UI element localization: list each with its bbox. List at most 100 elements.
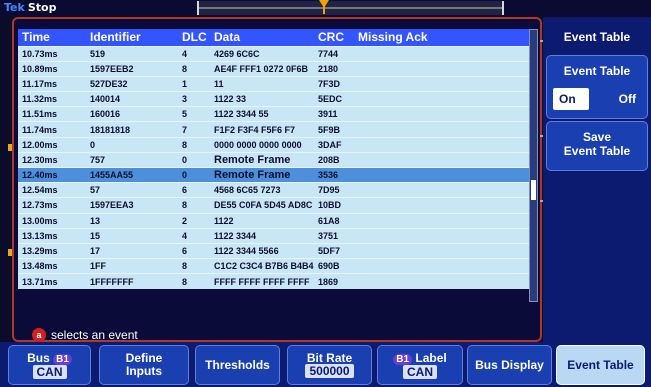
col-dlc-cell: 7 <box>178 121 210 138</box>
hint-text: selects an event <box>51 328 138 342</box>
bus-display-button[interactable]: Bus Display <box>467 345 552 385</box>
col-data-cell: 0000 0000 0000 0000 <box>210 136 314 153</box>
table-row[interactable]: 12.73ms 1597EEA3 8 DE55 C0FA 5D45 AD8C 10BD <box>18 197 529 214</box>
col-identifier-cell: 527DE32 <box>86 75 178 92</box>
col-dlc-cell: 0 <box>178 151 210 168</box>
col-data-cell: 1122 3344 55 <box>210 106 314 122</box>
hint-row: a selects an event <box>32 327 138 343</box>
col-missing-ack-header: Missing Ack <box>354 29 529 46</box>
table-row[interactable]: 10.73ms 519 4 4269 6C6C 7744 <box>18 45 529 62</box>
col-time-cell: 12.00ms <box>18 136 86 153</box>
col-time-cell: 12.73ms <box>18 197 86 214</box>
thresholds-button[interactable]: Thresholds <box>195 345 280 385</box>
table-row[interactable]: 13.00ms 13 2 1122 61A8 <box>18 212 529 229</box>
scroll-thumb[interactable] <box>531 180 536 200</box>
col-dlc-cell: 4 <box>178 45 210 62</box>
table-row[interactable]: 12.54ms 57 6 4568 6C65 7273 7D95 <box>18 182 529 198</box>
label-button[interactable]: B1 Label CAN <box>377 345 463 385</box>
col-time-cell: 13.00ms <box>18 212 86 229</box>
table-row[interactable]: 11.74ms 18181818 7 F1F2 F3F4 F5F6 F7 5F9B <box>18 121 529 138</box>
label-label: Label <box>415 350 447 365</box>
bus-label: Bus <box>27 350 50 365</box>
table-row[interactable]: 11.51ms 160016 5 1122 3344 55 3911 <box>18 106 529 122</box>
col-identifier-cell: 140014 <box>86 91 178 107</box>
col-missing-ack-cell <box>354 212 529 229</box>
col-time-cell: 12.54ms <box>18 182 86 198</box>
col-dlc-cell: 8 <box>178 136 210 153</box>
col-identifier-cell: 1597EEB2 <box>86 60 178 77</box>
col-time-cell: 11.17ms <box>18 75 86 92</box>
table-row[interactable]: 11.17ms 527DE32 1 11 7F3D <box>18 75 529 92</box>
event-table: Time Identifier DLC Data CRC Missing Ack 10.7… <box>18 29 529 289</box>
toggle-on-option[interactable]: On <box>553 88 589 110</box>
col-missing-ack-cell <box>354 60 529 77</box>
col-missing-ack-cell <box>354 106 529 122</box>
col-data-cell: 4568 6C65 7273 <box>210 182 314 198</box>
table-row[interactable]: 13.13ms 15 4 1122 3344 3751 <box>18 227 529 244</box>
thresholds-label: Thresholds <box>205 357 270 372</box>
status-bar: Tek Stop <box>0 0 651 16</box>
event-table-toggle-button[interactable]: Event Table On Off <box>546 55 648 119</box>
col-identifier-cell: 519 <box>86 45 178 62</box>
col-identifier-header: Identifier <box>86 29 178 46</box>
col-time-cell: 10.73ms <box>18 45 86 62</box>
save-event-table-button[interactable]: Save Event Table <box>546 121 648 171</box>
col-time-cell: 11.51ms <box>18 106 86 122</box>
col-dlc-cell: 8 <box>178 273 210 289</box>
col-crc-cell: 3DAF <box>314 136 354 153</box>
table-row[interactable]: 13.48ms 1FF 8 C1C2 C3C4 B7B6 B4B4 690B <box>18 258 529 274</box>
toggle-off-option[interactable]: Off <box>606 88 642 110</box>
col-time-header: Time <box>18 29 86 46</box>
table-row[interactable]: 12.30ms 757 0 Remote Frame 208B <box>18 151 529 168</box>
table-row[interactable]: 12.40ms 1455AA55 0 Remote Frame 3536 <box>18 166 529 183</box>
col-time-cell: 13.29ms <box>18 242 86 259</box>
col-crc-header: CRC <box>314 29 354 46</box>
col-dlc-cell: 8 <box>178 197 210 214</box>
table-row[interactable]: 10.89ms 1597EEB2 8 AE4F FFF1 0272 0F6B 2180 <box>18 60 529 77</box>
event-table-button[interactable]: Event Table <box>556 345 645 385</box>
col-identifier-cell: 1FF <box>86 258 178 274</box>
col-dlc-cell: 2 <box>178 212 210 229</box>
col-crc-cell: 208B <box>314 151 354 168</box>
event-table-panel: Time Identifier DLC Data CRC Missing Ack 10.7… <box>12 17 542 342</box>
define-line2: Inputs <box>126 364 162 378</box>
col-data-cell: 4269 6C6C <box>210 45 314 62</box>
col-data-cell: 1122 33 <box>210 91 314 107</box>
col-data-cell: Remote Frame <box>210 151 314 168</box>
bus-button[interactable]: Bus B1 CAN <box>8 345 91 385</box>
col-dlc-cell: 4 <box>178 227 210 244</box>
col-dlc-cell: 3 <box>178 91 210 107</box>
table-row[interactable]: 13.29ms 17 6 1122 3344 5566 5DF7 <box>18 242 529 259</box>
col-identifier-cell: 757 <box>86 151 178 168</box>
col-identifier-cell: 18181818 <box>86 121 178 138</box>
col-missing-ack-cell <box>354 273 529 289</box>
col-identifier-cell: 1455AA55 <box>86 166 178 183</box>
col-crc-cell: 690B <box>314 258 354 274</box>
col-data-cell: DE55 C0FA 5D45 AD8C <box>210 197 314 214</box>
table-row[interactable]: 11.32ms 140014 3 1122 33 5EDC <box>18 91 529 107</box>
save-label-line2: Event Table <box>563 144 631 158</box>
col-crc-cell: 7744 <box>314 45 354 62</box>
col-crc-cell: 1869 <box>314 273 354 289</box>
define-inputs-button[interactable]: Define Inputs <box>99 345 189 385</box>
col-dlc-cell: 1 <box>178 75 210 92</box>
col-missing-ack-cell <box>354 197 529 214</box>
col-missing-ack-cell <box>354 166 529 183</box>
bit-rate-button[interactable]: Bit Rate 500000 <box>287 345 372 385</box>
table-scrollbar[interactable] <box>529 29 538 302</box>
col-time-cell: 11.74ms <box>18 121 86 138</box>
col-time-cell: 12.40ms <box>18 166 86 183</box>
col-crc-cell: 7F3D <box>314 75 354 92</box>
col-dlc-cell: 8 <box>178 60 210 77</box>
bus-display-label: Bus Display <box>475 357 544 372</box>
table-row[interactable]: 12.00ms 0 8 0000 0000 0000 0000 3DAF <box>18 136 529 153</box>
col-identifier-cell: 0 <box>86 136 178 153</box>
table-row[interactable]: 13.71ms 1FFFFFFF 8 FFFF FFFF FFFF FFFF 1869 <box>18 273 529 289</box>
col-dlc-cell: 0 <box>178 166 210 183</box>
col-crc-cell: 5EDC <box>314 91 354 107</box>
multipurpose-knob-a-icon: a <box>32 328 46 342</box>
label-value: CAN <box>403 364 437 379</box>
col-missing-ack-cell <box>354 91 529 107</box>
col-time-cell: 13.13ms <box>18 227 86 244</box>
col-missing-ack-cell <box>354 242 529 259</box>
